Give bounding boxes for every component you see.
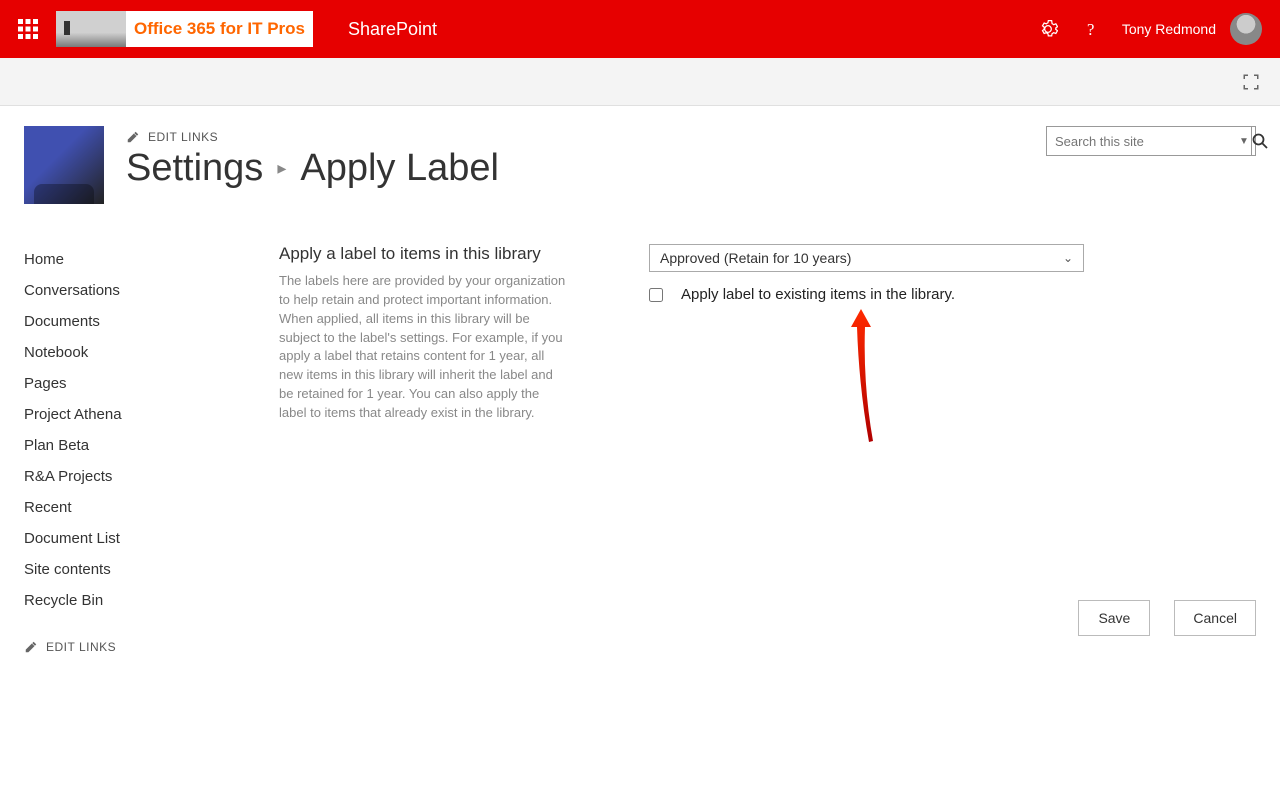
- nav-item-home[interactable]: Home: [24, 244, 279, 275]
- nav-item-conversations[interactable]: Conversations: [24, 275, 279, 306]
- edit-links-top[interactable]: EDIT LINKS: [126, 130, 218, 144]
- left-nav: Home Conversations Documents Notebook Pa…: [24, 244, 279, 657]
- svg-text:?: ?: [1087, 20, 1094, 39]
- tenant-logo-image: [56, 11, 126, 47]
- pencil-icon: [24, 640, 38, 654]
- breadcrumb-current: Apply Label: [300, 147, 499, 190]
- breadcrumb-parent[interactable]: Settings: [126, 147, 263, 190]
- help-icon[interactable]: ?: [1082, 19, 1102, 39]
- nav-item-plan-beta[interactable]: Plan Beta: [24, 430, 279, 461]
- app-name[interactable]: SharePoint: [348, 19, 1026, 40]
- top-bar: Office 365 for IT Pros SharePoint ? Tony…: [0, 0, 1280, 58]
- search-button[interactable]: [1251, 127, 1268, 155]
- edit-links-bottom[interactable]: EDIT LINKS: [24, 640, 116, 654]
- nav-item-pages[interactable]: Pages: [24, 368, 279, 399]
- nav-item-notebook[interactable]: Notebook: [24, 337, 279, 368]
- search-icon: [1252, 133, 1268, 149]
- pencil-icon: [126, 130, 140, 144]
- cancel-button[interactable]: Cancel: [1174, 600, 1256, 636]
- nav-item-ra-projects[interactable]: R&A Projects: [24, 461, 279, 492]
- nav-item-recent[interactable]: Recent: [24, 492, 279, 523]
- search-box: ▼: [1046, 126, 1256, 156]
- edit-links-label: EDIT LINKS: [148, 130, 218, 144]
- tenant-logo[interactable]: Office 365 for IT Pros: [56, 11, 313, 47]
- label-select-value: Approved (Retain for 10 years): [660, 250, 851, 266]
- form-column: Approved (Retain for 10 years) ⌄ Apply l…: [609, 244, 1256, 657]
- search-input[interactable]: [1047, 127, 1239, 155]
- focus-mode-icon[interactable]: [1242, 73, 1260, 91]
- section-description: The labels here are provided by your org…: [279, 272, 569, 423]
- search-scope-dropdown-icon[interactable]: ▼: [1239, 136, 1251, 147]
- sub-bar: [0, 58, 1280, 106]
- description-column: Apply a label to items in this library T…: [279, 244, 609, 657]
- nav-item-project-athena[interactable]: Project Athena: [24, 399, 279, 430]
- user-name[interactable]: Tony Redmond: [1122, 21, 1216, 37]
- app-launcher-icon[interactable]: [18, 19, 38, 39]
- gear-icon[interactable]: [1038, 19, 1058, 39]
- section-title: Apply a label to items in this library: [279, 244, 569, 264]
- breadcrumb: Settings ▸ Apply Label: [126, 147, 1046, 190]
- nav-item-document-list[interactable]: Document List: [24, 523, 279, 554]
- label-select[interactable]: Approved (Retain for 10 years) ⌄: [649, 244, 1084, 272]
- apply-existing-checkbox[interactable]: [649, 288, 663, 302]
- chevron-down-icon: ⌄: [1063, 251, 1073, 265]
- nav-item-recycle-bin[interactable]: Recycle Bin: [24, 585, 279, 616]
- edit-links-bottom-label: EDIT LINKS: [46, 640, 116, 654]
- breadcrumb-separator-icon: ▸: [277, 158, 286, 179]
- annotation-arrow-icon: [841, 307, 881, 447]
- avatar[interactable]: [1230, 13, 1262, 45]
- site-thumbnail[interactable]: [24, 126, 104, 204]
- nav-item-site-contents[interactable]: Site contents: [24, 554, 279, 585]
- tenant-logo-text: Office 365 for IT Pros: [126, 11, 313, 47]
- save-button[interactable]: Save: [1078, 600, 1150, 636]
- apply-existing-label: Apply label to existing items in the lib…: [681, 286, 955, 303]
- nav-item-documents[interactable]: Documents: [24, 306, 279, 337]
